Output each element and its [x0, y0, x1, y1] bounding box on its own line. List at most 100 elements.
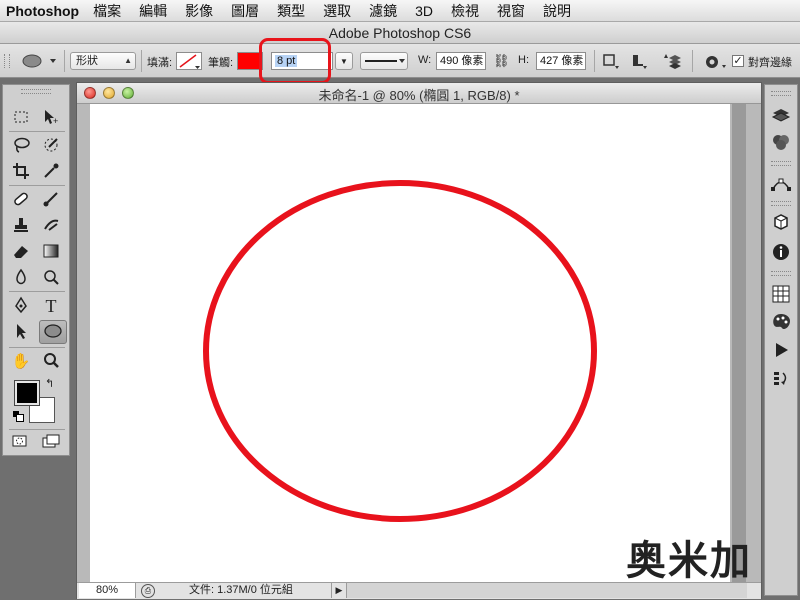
ellipse-shape[interactable]	[90, 104, 730, 584]
eyedropper-icon[interactable]	[39, 161, 63, 183]
fill-label: 填滿:	[147, 57, 173, 69]
height-field[interactable]: 427 像素	[536, 52, 586, 70]
rectangular-marquee-icon[interactable]	[9, 107, 33, 129]
clone-stamp-icon[interactable]	[9, 215, 33, 237]
options-grip	[4, 54, 10, 68]
checkmark-icon: ✓	[733, 55, 743, 67]
blur-icon[interactable]	[9, 267, 33, 289]
tool-mode-select[interactable]: 形狀 ▲	[70, 52, 136, 70]
vertical-scrollbar[interactable]	[732, 104, 746, 584]
menu-edit[interactable]: 編輯	[139, 1, 167, 21]
move-icon[interactable]: +	[39, 107, 63, 129]
hand-icon[interactable]: ✋	[9, 351, 33, 373]
updown-arrow-icon: ▲	[124, 56, 132, 65]
ellipse-icon[interactable]	[39, 320, 67, 344]
menu-select[interactable]: 選取	[323, 1, 351, 21]
history-icon[interactable]	[770, 367, 792, 389]
ellipse-preset-icon	[22, 54, 56, 68]
menu-type[interactable]: 類型	[277, 1, 305, 21]
menu-view[interactable]: 檢視	[451, 1, 479, 21]
align-edges-label: 對齊邊緣	[748, 57, 792, 69]
panel-grip	[771, 201, 791, 206]
tool-mode-value: 形狀	[76, 55, 98, 67]
panel-grip	[771, 271, 791, 276]
svg-text:+: +	[53, 116, 58, 126]
separator	[64, 50, 65, 72]
info-menu-arrow-icon[interactable]: ▶	[331, 583, 347, 598]
document-info: 文件: 1.37M/0 位元組	[189, 584, 293, 596]
menu-layer[interactable]: 圖層	[231, 1, 259, 21]
menu-3d[interactable]: 3D	[415, 3, 433, 19]
application-title-bar: Adobe Photoshop CS6	[0, 22, 800, 44]
canvas[interactable]	[90, 104, 730, 584]
quick-selection-icon[interactable]	[39, 135, 63, 157]
stroke-label: 筆觸:	[208, 57, 234, 69]
menu-file[interactable]: 檔案	[93, 1, 121, 21]
width-label: W:	[418, 54, 432, 66]
separator	[9, 185, 65, 186]
type-icon[interactable]: T	[39, 295, 63, 317]
menu-image[interactable]: 影像	[185, 1, 213, 21]
document-title-bar[interactable]: 未命名-1 @ 80% (橢圓 1, RGB/8) *	[77, 83, 761, 104]
path-arrangement-icon[interactable]	[660, 52, 682, 72]
actions-play-icon[interactable]	[770, 339, 792, 361]
panel-grip	[771, 91, 791, 96]
zoom-level-field[interactable]: 80%	[79, 583, 136, 598]
align-edges-checkbox[interactable]: ✓	[732, 55, 744, 67]
document-title: 未命名-1 @ 80% (橢圓 1, RGB/8) *	[318, 88, 520, 103]
gradient-icon[interactable]	[39, 241, 63, 263]
crop-icon[interactable]	[9, 161, 33, 183]
height-label: H:	[518, 54, 529, 66]
stroke-type-select[interactable]	[360, 52, 408, 70]
panel-grip	[21, 89, 51, 94]
tools-panel: + T ✋ ↰	[2, 84, 70, 456]
separator	[692, 50, 693, 72]
path-selection-icon[interactable]	[9, 321, 33, 343]
channels-icon[interactable]	[770, 131, 792, 153]
highlight-callout	[259, 38, 331, 84]
separator	[141, 50, 142, 72]
swap-colors-icon[interactable]: ↰	[45, 377, 54, 390]
color-palette-icon[interactable]	[770, 311, 792, 333]
brush-icon[interactable]	[39, 189, 63, 211]
fill-swatch[interactable]	[176, 52, 202, 70]
swatches-icon[interactable]	[770, 283, 792, 305]
screen-mode-icon[interactable]	[39, 431, 63, 453]
gear-icon[interactable]	[703, 53, 727, 71]
zoom-icon[interactable]	[39, 351, 63, 373]
menu-help[interactable]: 說明	[543, 1, 571, 21]
layers-icon[interactable]	[770, 105, 792, 127]
history-brush-icon[interactable]	[39, 215, 63, 237]
eraser-icon[interactable]	[9, 241, 33, 263]
stroke-width-dropdown[interactable]: ▼	[335, 52, 353, 70]
menu-filter[interactable]: 濾鏡	[369, 1, 397, 21]
menu-window[interactable]: 視窗	[497, 1, 525, 21]
separator	[594, 50, 595, 72]
separator	[9, 429, 65, 430]
watermark-logo: 奥米加	[626, 528, 752, 586]
quick-mask-icon[interactable]	[7, 431, 31, 453]
3d-icon[interactable]	[770, 211, 792, 233]
dodge-icon[interactable]	[39, 267, 63, 289]
path-operations-icon[interactable]	[602, 53, 620, 71]
share-icon[interactable]: ⎙	[141, 584, 155, 598]
menu-bar: Photoshop 檔案 編輯 影像 圖層 類型 選取 濾鏡 3D 檢視 視窗 …	[0, 0, 800, 22]
lasso-icon[interactable]	[9, 135, 33, 157]
paths-icon[interactable]	[770, 173, 792, 195]
link-icon[interactable]: ⛓	[493, 53, 510, 69]
application-title: Adobe Photoshop CS6	[328, 25, 472, 41]
default-colors-icon[interactable]	[13, 411, 24, 422]
tool-preset-picker[interactable]	[16, 52, 62, 70]
pen-icon[interactable]	[9, 295, 33, 317]
app-menu[interactable]: Photoshop	[6, 3, 79, 19]
document-window: 未命名-1 @ 80% (橢圓 1, RGB/8) * 80% ⎙ 文件: 1.…	[76, 82, 762, 599]
foreground-color-swatch[interactable]	[14, 380, 40, 406]
solid-line-icon	[365, 59, 405, 63]
width-field[interactable]: 490 像素	[436, 52, 486, 70]
chevron-down-icon: ▼	[340, 57, 348, 66]
healing-brush-icon[interactable]	[9, 189, 33, 211]
path-alignment-icon[interactable]	[630, 53, 648, 71]
separator	[9, 131, 65, 132]
info-icon[interactable]	[770, 241, 792, 263]
options-bar: 形狀 ▲ 填滿: 筆觸: 8 pt ▼ W: 490 像素 ⛓ H: 427 像…	[0, 38, 800, 84]
